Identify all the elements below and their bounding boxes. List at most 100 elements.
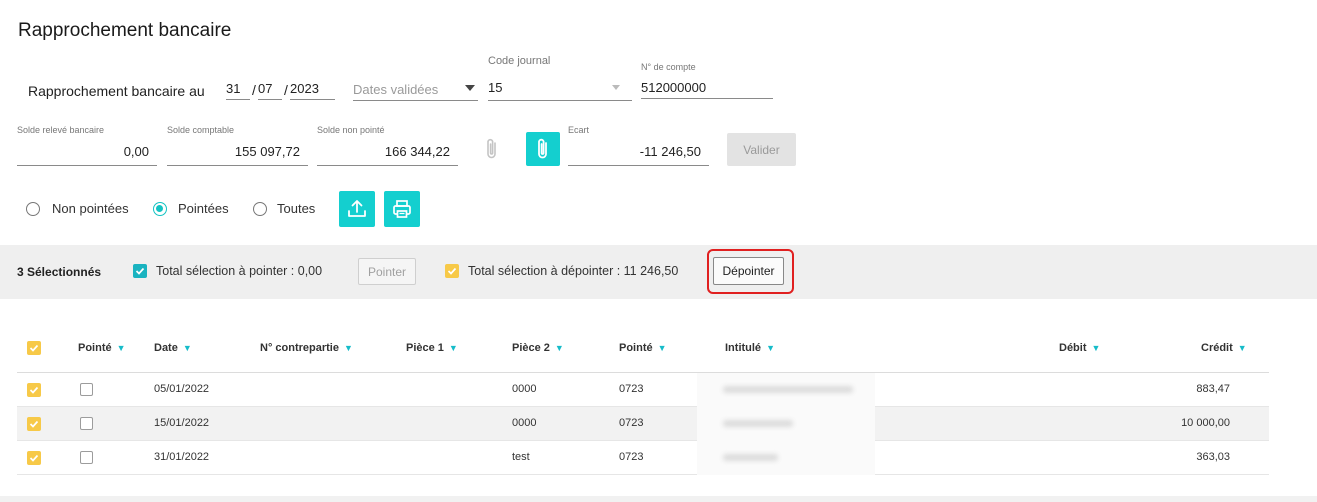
page-title: Rapprochement bancaire bbox=[18, 20, 232, 41]
column-header-intitule[interactable]: Intitulé ▼ bbox=[725, 342, 775, 354]
pointer-button[interactable]: Pointer bbox=[358, 258, 416, 285]
cell-intitule-redacted bbox=[697, 373, 875, 407]
check-icon bbox=[135, 267, 145, 275]
column-header-label: Crédit bbox=[1201, 342, 1233, 354]
solde-releve-input[interactable]: 0,00 bbox=[17, 144, 157, 166]
filter-toutes[interactable]: Toutes bbox=[253, 201, 315, 216]
ecart-label: Ecart bbox=[568, 125, 590, 135]
cell-intitule-redacted bbox=[697, 441, 875, 475]
cell-pointe: 0723 bbox=[619, 451, 644, 463]
sort-triangle-icon: ▼ bbox=[116, 343, 126, 353]
filter-label: Pointées bbox=[178, 201, 229, 216]
code-journal-value: 15 bbox=[488, 80, 503, 95]
cell-credit: 10 000,00 bbox=[1181, 417, 1230, 429]
date-separator: / bbox=[252, 82, 256, 98]
cell-date: 31/01/2022 bbox=[154, 451, 210, 463]
cell-credit: 883,47 bbox=[1196, 383, 1230, 395]
column-header-label: N° contrepartie bbox=[260, 342, 339, 354]
total-pointer-label: Total sélection à pointer : 0,00 bbox=[156, 264, 323, 278]
column-header-date[interactable]: Date ▼ bbox=[154, 342, 192, 354]
column-header-credit[interactable]: Crédit ▼ bbox=[1201, 342, 1247, 354]
row-select-checkbox[interactable] bbox=[27, 383, 41, 397]
row-pointe-checkbox[interactable] bbox=[80, 383, 93, 396]
rapprochement-label: Rapprochement bancaire au bbox=[28, 83, 205, 99]
paperclip-icon bbox=[538, 138, 547, 159]
paperclip-icon[interactable] bbox=[484, 137, 500, 161]
print-button[interactable] bbox=[384, 191, 420, 227]
cell-piece2: 0000 bbox=[512, 383, 537, 395]
check-icon bbox=[29, 454, 39, 462]
solde-releve-label: Solde relevé bancaire bbox=[17, 125, 105, 135]
sort-triangle-icon: ▼ bbox=[657, 343, 667, 353]
sort-triangle-icon: ▼ bbox=[1237, 343, 1247, 353]
filter-label: Non pointées bbox=[52, 201, 129, 216]
column-header-label: Pièce 2 bbox=[512, 342, 550, 354]
column-header-piece2[interactable]: Pièce 2 ▼ bbox=[512, 342, 564, 354]
cell-date: 15/01/2022 bbox=[154, 417, 210, 429]
footer-strip bbox=[0, 496, 1317, 502]
radio-icon bbox=[253, 201, 267, 216]
cell-piece2: 0000 bbox=[512, 417, 537, 429]
sort-triangle-icon: ▼ bbox=[182, 343, 192, 353]
compte-input[interactable]: 512000000 bbox=[641, 80, 773, 99]
code-journal-label: Code journal bbox=[488, 55, 551, 67]
column-header-label: Date bbox=[154, 342, 178, 354]
chevron-down-icon bbox=[465, 85, 475, 91]
date-year-input[interactable]: 2023 bbox=[290, 81, 335, 100]
check-icon bbox=[29, 386, 39, 394]
cell-date: 05/01/2022 bbox=[154, 383, 210, 395]
radio-selected-icon bbox=[153, 201, 167, 216]
sort-triangle-icon: ▼ bbox=[554, 343, 564, 353]
solde-non-pointe-value: 166 344,22 bbox=[317, 144, 458, 166]
sort-triangle-icon: ▼ bbox=[343, 343, 353, 353]
filter-label: Toutes bbox=[277, 201, 316, 216]
code-journal-select[interactable]: 15 bbox=[488, 79, 632, 101]
column-header-pointe[interactable]: Pointé ▼ bbox=[78, 342, 126, 354]
ecart-value: -11 246,50 bbox=[568, 144, 709, 166]
column-header-piece1[interactable]: Pièce 1 ▼ bbox=[406, 342, 458, 354]
solde-comptable-label: Solde comptable bbox=[167, 125, 235, 135]
radio-icon bbox=[26, 201, 40, 216]
date-day-input[interactable]: 31 bbox=[226, 81, 250, 100]
check-icon bbox=[447, 267, 457, 275]
cell-pointe: 0723 bbox=[619, 417, 644, 429]
printer-icon bbox=[393, 200, 411, 218]
check-icon bbox=[29, 420, 39, 428]
filter-non-pointees[interactable]: Non pointées bbox=[26, 201, 129, 216]
column-header-label: Pointé bbox=[78, 342, 112, 354]
filter-pointees[interactable]: Pointées bbox=[153, 201, 229, 216]
export-button[interactable] bbox=[339, 191, 375, 227]
dates-validees-select[interactable]: Dates validées bbox=[353, 81, 478, 101]
row-select-checkbox[interactable] bbox=[27, 451, 41, 465]
valider-button[interactable]: Valider bbox=[727, 133, 796, 166]
cell-pointe: 0723 bbox=[619, 383, 644, 395]
compte-label: N° de compte bbox=[641, 62, 696, 72]
date-month-input[interactable]: 07 bbox=[258, 81, 282, 100]
cell-credit: 363,03 bbox=[1196, 451, 1230, 463]
cell-piece2: test bbox=[512, 451, 530, 463]
column-header-pointe2[interactable]: Pointé ▼ bbox=[619, 342, 667, 354]
column-header-label: Débit bbox=[1059, 342, 1087, 354]
select-pointer-checkbox[interactable] bbox=[133, 264, 147, 278]
total-depointer-label: Total sélection à dépointer : 11 246,50 bbox=[468, 264, 679, 278]
dates-validees-placeholder: Dates validées bbox=[353, 82, 439, 97]
depointer-button[interactable]: Dépointer bbox=[713, 257, 784, 285]
selection-count: 3 Sélectionnés bbox=[17, 265, 102, 279]
column-header-label: Pointé bbox=[619, 342, 653, 354]
attach-button[interactable] bbox=[526, 132, 560, 166]
row-pointe-checkbox[interactable] bbox=[80, 417, 93, 430]
column-header-debit[interactable]: Débit ▼ bbox=[1059, 342, 1100, 354]
solde-comptable-value: 155 097,72 bbox=[167, 144, 308, 166]
cell-intitule-redacted bbox=[697, 407, 875, 441]
column-header-contrepartie[interactable]: N° contrepartie ▼ bbox=[260, 342, 353, 354]
upload-icon bbox=[348, 200, 366, 217]
solde-non-pointe-label: Solde non pointé bbox=[317, 125, 385, 135]
select-depointer-checkbox[interactable] bbox=[445, 264, 459, 278]
check-icon bbox=[29, 344, 39, 352]
row-select-checkbox[interactable] bbox=[27, 417, 41, 431]
select-all-checkbox[interactable] bbox=[27, 341, 41, 355]
row-pointe-checkbox[interactable] bbox=[80, 451, 93, 464]
sort-triangle-icon: ▼ bbox=[448, 343, 458, 353]
column-header-label: Intitulé bbox=[725, 342, 762, 354]
date-separator: / bbox=[284, 82, 288, 98]
